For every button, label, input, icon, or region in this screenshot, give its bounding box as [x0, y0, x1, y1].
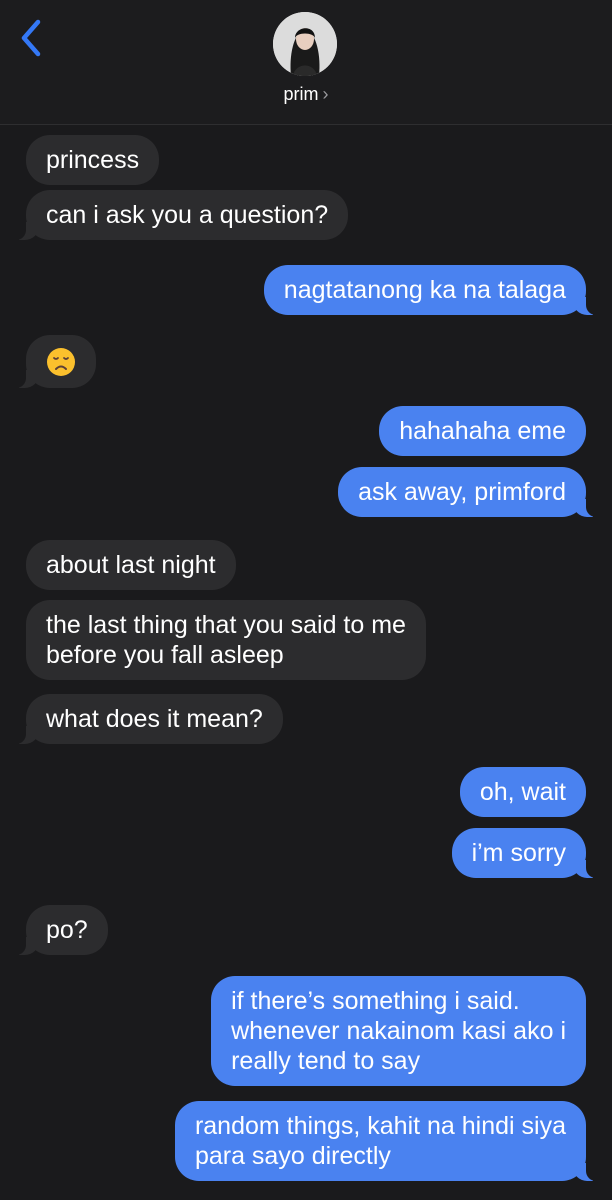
message-bubble-received[interactable]: about last night	[26, 540, 236, 590]
message-text-line: if there’s something i said.	[231, 987, 520, 1015]
message-bubble-sent[interactable]: ask away, primford	[338, 467, 598, 517]
message-text: oh, wait	[479, 778, 566, 806]
message-bubble-sent[interactable]: if there’s something i said. whenever na…	[211, 976, 586, 1086]
message-text: i’m sorry	[471, 839, 566, 867]
message-text-line: really tend to say	[231, 1047, 421, 1075]
message-bubble-sent[interactable]: nagtatanong ka na talaga	[263, 265, 599, 315]
message-text: po?	[46, 916, 88, 944]
message-text-line: random things, kahit na hindi siya	[194, 1112, 566, 1140]
message-bubble-received[interactable]: the last thing that you said to me befor…	[26, 600, 426, 680]
message-text-line: whenever nakainom kasi ako i	[231, 1017, 566, 1045]
message-text: about last night	[46, 551, 216, 579]
message-bubble-sent[interactable]: i’m sorry	[451, 828, 599, 878]
message-bubble-received[interactable]: po?	[14, 905, 108, 955]
message-thread[interactable]: princess can i ask you a question? nagta…	[0, 125, 612, 1200]
chevron-left-icon	[21, 19, 41, 57]
chevron-right-icon: ›	[322, 84, 329, 104]
contact-avatar[interactable]	[273, 12, 337, 76]
message-text: princess	[46, 146, 140, 174]
message-text: hahahaha eme	[399, 417, 566, 445]
message-text-line: para sayo directly	[194, 1142, 391, 1170]
message-bubble-sent[interactable]: oh, wait	[459, 767, 586, 817]
message-text-line: before you fall asleep	[46, 641, 284, 669]
conversation-header: prim ›	[0, 0, 612, 125]
message-text: ask away, primford	[358, 478, 566, 506]
message-text: what does it mean?	[46, 705, 263, 733]
avatar-photo	[273, 12, 337, 76]
message-bubble-sent[interactable]: random things, kahit na hindi siya para …	[174, 1101, 599, 1181]
contact-name-link[interactable]: prim ›	[0, 84, 612, 105]
message-bubble-sent[interactable]: hahahaha eme	[379, 406, 586, 456]
message-bubble-received[interactable]: can i ask you a question?	[13, 190, 349, 240]
contact-name: prim	[283, 84, 319, 104]
message-bubble-received[interactable]: what does it mean?	[14, 694, 283, 744]
message-bubble-received[interactable]	[14, 335, 96, 389]
message-text: can i ask you a question?	[46, 201, 329, 229]
back-button[interactable]	[12, 16, 52, 60]
message-text: nagtatanong ka na talaga	[283, 276, 566, 304]
message-bubble-received[interactable]: princess	[26, 135, 160, 185]
message-text-line: the last thing that you said to me	[46, 611, 406, 639]
disappointed-face-icon	[47, 348, 75, 377]
